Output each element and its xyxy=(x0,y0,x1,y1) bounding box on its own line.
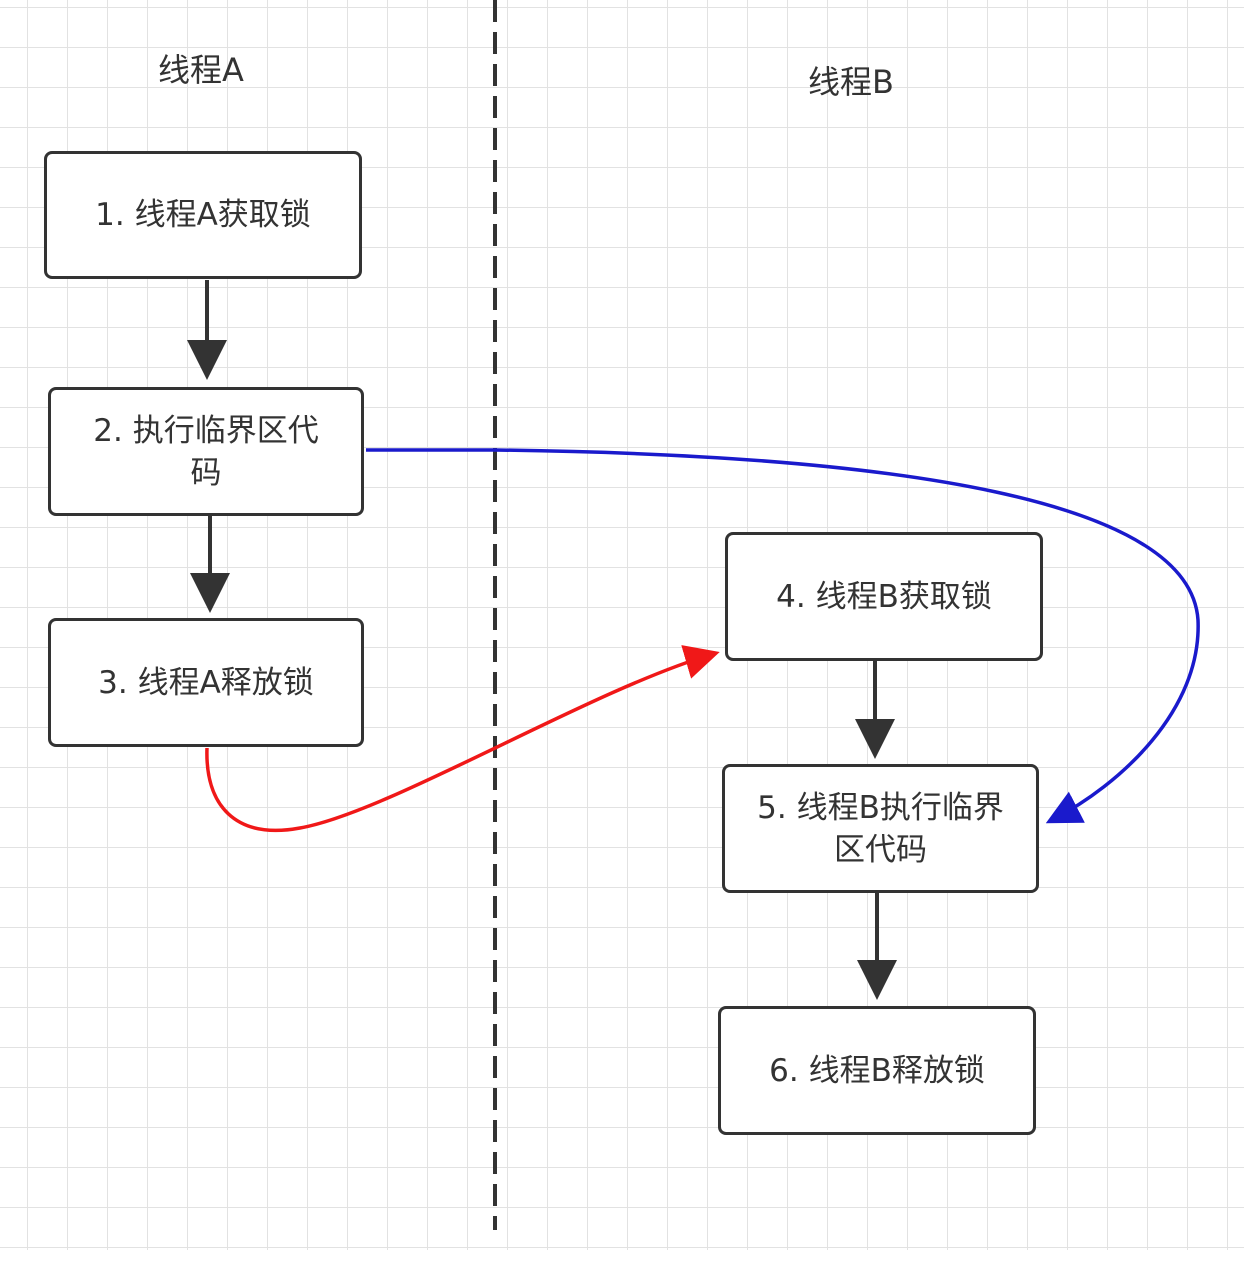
step-6-box: 6. 线程B释放锁 xyxy=(718,1006,1036,1135)
lane-label-thread-b: 线程B xyxy=(808,63,894,101)
step-3-box: 3. 线程A释放锁 xyxy=(48,618,364,747)
step-2-box: 2. 执行临界区代码 xyxy=(48,387,364,516)
step-4-box: 4. 线程B获取锁 xyxy=(725,532,1043,661)
step-1-box: 1. 线程A获取锁 xyxy=(44,151,362,279)
lane-label-thread-a: 线程A xyxy=(158,51,244,89)
step-5-box: 5. 线程B执行临界区代码 xyxy=(722,764,1039,893)
